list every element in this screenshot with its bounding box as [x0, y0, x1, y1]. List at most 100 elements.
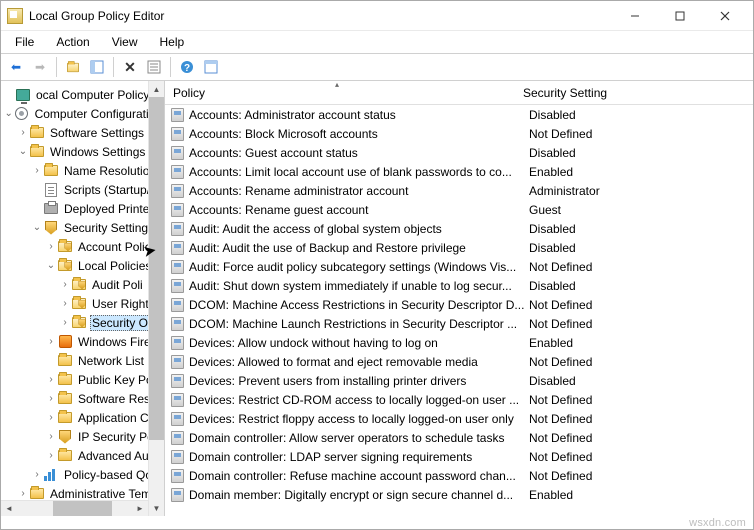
shield-f-icon — [71, 296, 87, 312]
policy-row[interactable]: Accounts: Rename guest accountGuest — [165, 200, 753, 219]
tree-expand-icon[interactable]: › — [45, 412, 57, 423]
up-one-level-button[interactable] — [62, 56, 84, 78]
tree-node[interactable]: ›IP Security Pc — [1, 427, 164, 446]
tree-expand-icon[interactable]: › — [45, 450, 57, 461]
policy-row[interactable]: Accounts: Administrator account statusDi… — [165, 105, 753, 124]
policy-row[interactable]: Accounts: Block Microsoft accountsNot De… — [165, 124, 753, 143]
policy-icon — [169, 373, 185, 389]
tree-expand-icon[interactable]: › — [17, 488, 29, 499]
policy-row[interactable]: Devices: Allowed to format and eject rem… — [165, 352, 753, 371]
policy-row[interactable]: Audit: Audit the use of Backup and Resto… — [165, 238, 753, 257]
tree-expand-icon[interactable]: › — [45, 336, 57, 347]
close-button[interactable] — [702, 2, 747, 30]
tree-node[interactable]: ›Audit Poli — [1, 275, 164, 294]
tree-node[interactable]: ›Windows Fire — [1, 332, 164, 351]
policy-row[interactable]: DCOM: Machine Access Restrictions in Sec… — [165, 295, 753, 314]
policy-value: Enabled — [529, 488, 753, 502]
tree-node[interactable]: ocal Computer Policy — [1, 85, 164, 104]
policy-icon — [169, 259, 185, 275]
tree-node[interactable]: Scripts (Startup/S — [1, 180, 164, 199]
tree-expand-icon[interactable]: › — [31, 165, 43, 176]
menu-file[interactable]: File — [5, 33, 44, 51]
tree-expand-icon[interactable]: › — [59, 317, 71, 328]
tree-node[interactable]: ⌄Windows Settings — [1, 142, 164, 161]
menu-help[interactable]: Help — [150, 33, 195, 51]
tree-expand-icon[interactable]: › — [45, 393, 57, 404]
tree-expand-icon[interactable]: › — [59, 279, 71, 290]
policy-row[interactable]: Audit: Audit the access of global system… — [165, 219, 753, 238]
tree-node-label: Network List — [78, 354, 144, 368]
policy-row[interactable]: Audit: Force audit policy subcategory se… — [165, 257, 753, 276]
policy-icon — [169, 145, 185, 161]
tree-node[interactable]: ⌄Local Policies — [1, 256, 164, 275]
menu-action[interactable]: Action — [46, 33, 99, 51]
tree-expand-icon[interactable]: › — [17, 127, 29, 138]
minimize-button[interactable] — [612, 2, 657, 30]
tree-node[interactable]: ⌄Computer Configuration — [1, 104, 164, 123]
tree-node-label: Security O — [92, 316, 148, 330]
policy-row[interactable]: Domain member: Digitally encrypt or sign… — [165, 485, 753, 504]
properties-button[interactable] — [200, 56, 222, 78]
tree-expand-icon[interactable]: ⌄ — [45, 260, 57, 271]
tree-expand-icon[interactable]: › — [45, 374, 57, 385]
menu-view[interactable]: View — [102, 33, 148, 51]
column-header-security-setting[interactable]: Security Setting — [515, 81, 753, 104]
back-button[interactable]: ⬅ — [5, 56, 27, 78]
forward-button[interactable]: ➡ — [29, 56, 51, 78]
tree-expand-icon[interactable]: ⌄ — [3, 108, 14, 119]
tree-node[interactable]: ⌄Security Settings — [1, 218, 164, 237]
folder-icon — [57, 391, 73, 407]
policy-name: Accounts: Guest account status — [189, 146, 529, 160]
menu-bar: File Action View Help — [1, 31, 753, 53]
tree-node[interactable]: ›Policy-based QoS — [1, 465, 164, 484]
tree-expand-icon[interactable]: ⌄ — [17, 146, 29, 157]
delete-button[interactable]: ✕ — [119, 56, 141, 78]
policy-row[interactable]: Domain controller: Allow server operator… — [165, 428, 753, 447]
tree-node[interactable]: › Application C — [1, 408, 164, 427]
tree-node-label: Application C — [78, 411, 149, 425]
tree-vertical-scrollbar[interactable]: ▲ ▼ — [148, 81, 164, 516]
scroll-thumb[interactable] — [149, 97, 164, 440]
policy-name: DCOM: Machine Launch Restrictions in Sec… — [189, 317, 529, 331]
scroll-down-icon: ▼ — [149, 500, 164, 516]
policy-row[interactable]: Accounts: Rename administrator accountAd… — [165, 181, 753, 200]
tree-expand-icon[interactable]: › — [45, 241, 57, 252]
tree-node[interactable]: ›Software Settings — [1, 123, 164, 142]
tree-node[interactable]: ›Account Polici — [1, 237, 164, 256]
list-export-icon — [147, 60, 161, 74]
tree-expand-icon[interactable]: ⌄ — [31, 222, 43, 233]
policy-row[interactable]: Audit: Shut down system immediately if u… — [165, 276, 753, 295]
tree-node[interactable]: ›Name Resolution — [1, 161, 164, 180]
policy-row[interactable]: Accounts: Limit local account use of bla… — [165, 162, 753, 181]
policy-row[interactable]: Devices: Prevent users from installing p… — [165, 371, 753, 390]
tree-node[interactable]: ›Advanced Au — [1, 446, 164, 465]
export-list-button[interactable] — [143, 56, 165, 78]
tree-expand-icon[interactable]: › — [59, 298, 71, 309]
maximize-button[interactable] — [657, 2, 702, 30]
policy-name: Accounts: Limit local account use of bla… — [189, 165, 529, 179]
policy-icon — [169, 430, 185, 446]
help-button[interactable]: ? — [176, 56, 198, 78]
tree-horizontal-scrollbar[interactable]: ◄ ► — [1, 500, 148, 516]
policy-row[interactable]: DCOM: Machine Launch Restrictions in Sec… — [165, 314, 753, 333]
policy-row[interactable]: Domain controller: LDAP server signing r… — [165, 447, 753, 466]
tree-node[interactable]: ›User Right — [1, 294, 164, 313]
scroll-up-icon: ▲ — [149, 81, 164, 97]
show-hide-console-tree-button[interactable] — [86, 56, 108, 78]
tree-node[interactable]: ›Software Rest — [1, 389, 164, 408]
tree-node[interactable]: Network List — [1, 351, 164, 370]
policy-row[interactable]: Devices: Restrict floppy access to local… — [165, 409, 753, 428]
policy-row[interactable]: Devices: Allow undock without having to … — [165, 333, 753, 352]
tree-node[interactable]: › Security O — [1, 313, 164, 332]
column-header-policy[interactable]: Policy — [165, 81, 515, 104]
policy-row[interactable]: Accounts: Guest account statusDisabled — [165, 143, 753, 162]
policy-value: Not Defined — [529, 393, 753, 407]
tree-expand-icon[interactable]: › — [45, 431, 57, 442]
scroll-thumb[interactable] — [53, 501, 112, 516]
tree-node[interactable]: Deployed Printer — [1, 199, 164, 218]
policy-row[interactable]: Domain controller: Refuse machine accoun… — [165, 466, 753, 485]
policy-row[interactable]: Devices: Restrict CD-ROM access to local… — [165, 390, 753, 409]
policy-name: Devices: Restrict floppy access to local… — [189, 412, 529, 426]
tree-expand-icon[interactable]: › — [31, 469, 43, 480]
tree-node[interactable]: ›Public Key Po — [1, 370, 164, 389]
